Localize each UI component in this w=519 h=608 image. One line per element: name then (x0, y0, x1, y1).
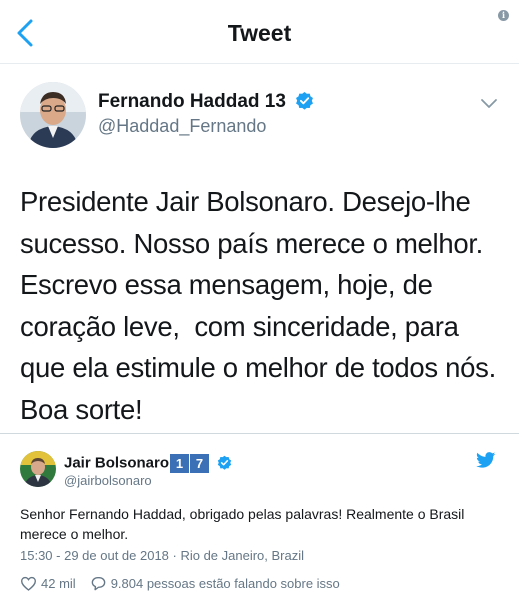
chevron-down-icon[interactable] (480, 98, 498, 110)
heart-icon (20, 576, 37, 591)
quoted-tweet-card[interactable]: Jair Bolsonaro 1 7 @jairbolsonaro Senhor F… (0, 433, 519, 608)
tweet-text-line: Presidente Jair Bolsonaro. Desejo-lhe (20, 186, 471, 217)
twitter-bird-icon[interactable] (476, 452, 496, 468)
tweet-text: Presidente Jair Bolsonaro. Desejo-lhe su… (20, 181, 505, 430)
avatar[interactable] (20, 451, 56, 487)
tweet-text-line: que ela estimule o melhor de todos nós. (20, 352, 496, 383)
quoted-author-name[interactable]: Jair Bolsonaro 1 7 (64, 454, 232, 473)
author-name[interactable]: Fernando Haddad 13 (98, 91, 314, 113)
quoted-author-handle[interactable]: @jairbolsonaro (64, 473, 152, 488)
page-title: Tweet (227, 20, 292, 46)
verified-badge-icon (218, 456, 232, 471)
tweet-stats: 42 mil 9.804 pessoas estão falando sobre… (20, 576, 340, 591)
tweet-timestamp[interactable]: 15:30 - 29 de out de 2018 · Rio de Janei… (20, 548, 304, 563)
header-bar: Tweet i (0, 0, 519, 64)
tweet-text-line: Escrevo essa mensagem, hoje, de (20, 269, 433, 300)
reply-button[interactable]: 9.804 pessoas estão falando sobre isso (90, 576, 340, 591)
comment-icon (91, 577, 106, 591)
info-icon[interactable]: i (498, 10, 509, 21)
talking-count: 9.804 pessoas estão falando sobre isso (110, 576, 340, 591)
tweet-text-line: coração leve, com sinceridade, para (20, 310, 459, 342)
verified-badge-icon (296, 91, 314, 110)
quoted-tweet-text: Senhor Fernando Haddad, obrigado pelas p… (20, 506, 465, 542)
avatar[interactable] (20, 82, 86, 148)
tweet-text-line: sucesso. Nosso país merece o melhor. (20, 227, 484, 259)
number-badge: 7 (190, 454, 210, 473)
author-handle[interactable]: @Haddad_Fernando (98, 116, 266, 137)
like-button[interactable]: 42 mil (20, 576, 76, 591)
number-badge: 1 (170, 454, 190, 473)
tweet-text-line: Boa sorte! (20, 393, 143, 425)
like-count: 42 mil (41, 576, 76, 591)
